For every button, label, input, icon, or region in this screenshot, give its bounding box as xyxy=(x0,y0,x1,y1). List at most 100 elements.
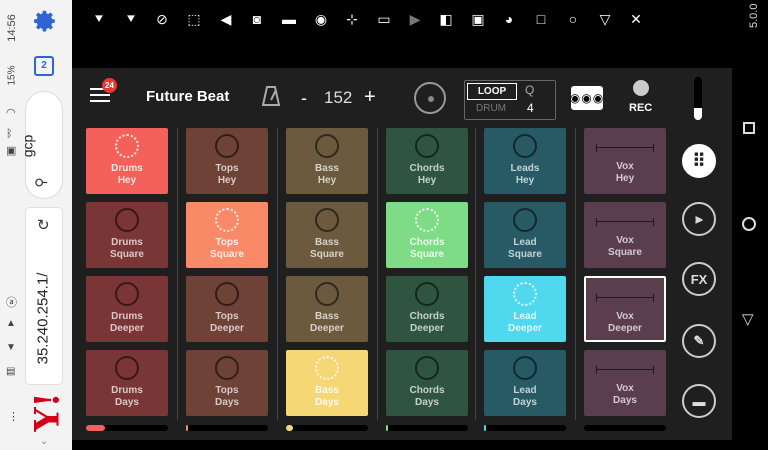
pad-vox-deeper[interactable]: Vox Deeper xyxy=(584,276,666,342)
tempo-decrease-button[interactable]: - xyxy=(301,88,307,109)
edit-button[interactable]: ✎ xyxy=(682,324,716,358)
pad-tops-hey[interactable]: Tops Hey xyxy=(186,128,268,194)
eraser-icon[interactable]: ▬ xyxy=(280,10,298,28)
quantize-value[interactable]: 4 xyxy=(527,101,534,115)
clipboard-icon[interactable]: ▭ xyxy=(375,10,393,28)
pad-label-top: Chords xyxy=(409,385,445,396)
back-nav-icon[interactable]: ▽ xyxy=(742,310,754,328)
search-icon: ⚲ xyxy=(32,177,49,188)
pad-drums-square[interactable]: Drums Square xyxy=(86,202,168,268)
column-progress-bar xyxy=(286,425,368,431)
pads-view-button[interactable]: ⠿ xyxy=(682,144,716,178)
pad-label-top: Tops xyxy=(215,311,239,322)
pad-tops-deeper[interactable]: Tops Deeper xyxy=(186,276,268,342)
pad-label-bottom: Days xyxy=(415,397,439,408)
pad-vox-square[interactable]: Vox Square xyxy=(584,202,666,268)
pad-label-bottom: Square xyxy=(508,249,542,260)
pad-label-top: Drums xyxy=(111,311,143,322)
pad-tops-days[interactable]: Tops Days xyxy=(186,350,268,416)
column-progress-bar xyxy=(86,425,168,431)
loop-button[interactable]: LOOP xyxy=(467,83,517,100)
pad-lead-deeper[interactable]: Lead Deeper xyxy=(484,276,566,342)
play-icon[interactable]: ▶ xyxy=(406,10,424,28)
pad-ring-icon xyxy=(315,282,339,306)
video-icon[interactable]: ◉ xyxy=(312,10,330,28)
pad-bass-days[interactable]: Bass Days xyxy=(286,350,368,416)
crop-icon[interactable]: ▣ xyxy=(469,10,487,28)
clock-icon[interactable]: ◕ xyxy=(500,10,518,28)
folder-button[interactable]: ▬ xyxy=(682,384,716,418)
pad-drums-days[interactable]: Drums Days xyxy=(86,350,168,416)
pad-ring-icon xyxy=(315,356,339,380)
progress-fill xyxy=(386,425,388,431)
record-button[interactable] xyxy=(633,80,649,96)
pad-label-top: Lead xyxy=(513,311,537,322)
master-slider[interactable] xyxy=(694,76,702,120)
pad-vox-days[interactable]: Vox Days xyxy=(584,350,666,416)
pad-chords-square[interactable]: Chords Square xyxy=(386,202,468,268)
pad-label-top: Vox xyxy=(616,161,634,172)
back-icon[interactable]: ◀ xyxy=(217,10,235,28)
metronome-icon[interactable] xyxy=(262,86,280,106)
pad-label-bottom: Square xyxy=(410,249,444,260)
yahoo-logo[interactable]: Y! xyxy=(28,392,68,431)
pad-drums-deeper[interactable]: Drums Deeper xyxy=(86,276,168,342)
mixer-button[interactable]: ⫸ xyxy=(682,202,716,236)
tabs-icon[interactable]: 2 xyxy=(34,56,54,76)
pad-grid: Drums Hey Tops Hey Bass Hey Chords Hey Leads Hey V… xyxy=(86,128,670,436)
download-icon: ▼ xyxy=(6,342,16,353)
pencil-icon[interactable]: ⊘ xyxy=(153,10,171,28)
pad-ring-icon xyxy=(513,134,537,158)
cassette-icon[interactable]: ◉◉◉ xyxy=(570,86,603,110)
stop-square-icon[interactable]: □ xyxy=(532,10,550,28)
drum-button[interactable]: DRUM xyxy=(467,101,515,116)
circle-icon[interactable]: ○ xyxy=(564,10,582,28)
pad-ring-icon xyxy=(513,208,537,232)
address-bar[interactable]: ↻ 35.240.254.1/ xyxy=(26,208,62,384)
volume-knob[interactable] xyxy=(414,82,446,114)
pad-leads-hey[interactable]: Leads Hey xyxy=(484,128,566,194)
pad-chords-hey[interactable]: Chords Hey xyxy=(386,128,468,194)
search-text: gcp xyxy=(19,134,36,158)
home-icon[interactable] xyxy=(742,217,756,231)
pad-bass-square[interactable]: Bass Square xyxy=(286,202,368,268)
select-icon[interactable]: ⬚ xyxy=(185,10,203,28)
record-icon[interactable]: ◙ xyxy=(248,10,266,28)
pad-chords-days[interactable]: Chords Days xyxy=(386,350,468,416)
crosshair-icon[interactable]: ⊹ xyxy=(343,10,361,28)
cursor-icon[interactable]: ⯆ xyxy=(122,10,140,28)
pad-label-bottom: Deeper xyxy=(608,323,642,334)
gear-icon[interactable] xyxy=(32,8,58,34)
pad-label-top: Bass xyxy=(315,385,339,396)
amazon-icon: ⓐ xyxy=(6,297,17,309)
triangle-icon[interactable]: ▽ xyxy=(596,10,614,28)
pad-tops-square[interactable]: Tops Square xyxy=(186,202,268,268)
square-sq-icon[interactable]: ◧ xyxy=(437,10,455,28)
tempo-increase-button[interactable]: + xyxy=(364,86,376,109)
pad-label-top: Chords xyxy=(409,237,445,248)
pad-drums-hey[interactable]: Drums Hey xyxy=(86,128,168,194)
pad-vox-hey[interactable]: Vox Hey xyxy=(584,128,666,194)
pad-label-top: Chords xyxy=(409,311,445,322)
pad-label-top: Lead xyxy=(513,385,537,396)
pad-lead-square[interactable]: Lead Square xyxy=(484,202,566,268)
pad-bass-deeper[interactable]: Bass Deeper xyxy=(286,276,368,342)
pad-lead-days[interactable]: Lead Days xyxy=(484,350,566,416)
pad-ring-icon xyxy=(215,134,239,158)
fx-button[interactable]: FX xyxy=(682,262,716,296)
pad-bass-hey[interactable]: Bass Hey xyxy=(286,128,368,194)
reload-icon[interactable]: ↻ xyxy=(37,216,50,234)
close-x-icon[interactable]: ✕ xyxy=(627,10,645,28)
column-separator xyxy=(575,128,576,420)
pad-label-bottom: Days xyxy=(115,397,139,408)
cursor-down-icon[interactable]: ⯆ xyxy=(90,10,108,28)
more-icon[interactable]: ⋮ xyxy=(8,410,19,423)
grid-icon: ⠿ xyxy=(692,151,706,171)
pad-label-top: Vox xyxy=(616,235,634,246)
pad-chords-deeper[interactable]: Chords Deeper xyxy=(386,276,468,342)
pad-label-top: Bass xyxy=(315,163,339,174)
pad-ring-icon xyxy=(315,134,339,158)
recents-icon[interactable] xyxy=(743,122,755,134)
search-box[interactable]: gcp ⚲ xyxy=(19,92,62,198)
chevron-down-icon[interactable]: ⌄ xyxy=(40,436,48,447)
